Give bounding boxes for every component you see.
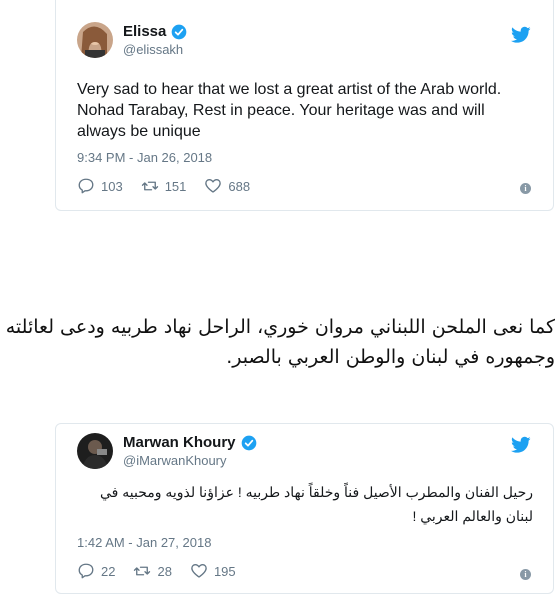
retweet-count: 151: [164, 178, 187, 194]
tweet-card-elissa[interactable]: Elissa @elissakh Very sad to hear that w…: [55, 0, 554, 211]
tweet-timestamp[interactable]: 9:34 PM - Jan 26, 2018: [77, 150, 212, 165]
author-name[interactable]: Marwan Khoury: [123, 434, 236, 451]
info-icon[interactable]: i: [520, 183, 531, 194]
twitter-bird-icon[interactable]: [511, 436, 531, 454]
tweet-text: Very sad to hear that we lost a great ar…: [77, 81, 502, 140]
heart-icon: [205, 179, 222, 193]
reply-icon: [78, 178, 94, 194]
tweet-text: رحيل الفنان والمطرب الأصيل فناً وخلقاً ن…: [99, 484, 533, 524]
author-name[interactable]: Elissa: [123, 23, 166, 40]
retweet-count: 28: [157, 563, 172, 579]
author-handle[interactable]: @elissakh: [123, 42, 187, 57]
heart-icon: [191, 564, 207, 578]
tweet-card-marwan[interactable]: Marwan Khoury @iMarwanKhoury رحيل الفنان…: [55, 423, 554, 594]
author-block[interactable]: Elissa @elissakh: [123, 23, 187, 57]
reply-count: 103: [101, 178, 123, 194]
twitter-bird-icon[interactable]: [511, 26, 531, 44]
like-count: 195: [213, 563, 236, 579]
like-count: 688: [228, 178, 251, 194]
info-icon[interactable]: i: [520, 569, 531, 580]
article-paragraph: كما نعى الملحن اللبناني مروان خوري، الرا…: [5, 316, 555, 368]
like-button[interactable]: 688: [204, 177, 250, 195]
retweet-button[interactable]: 28: [133, 562, 172, 580]
reply-count: 22: [101, 563, 116, 579]
avatar[interactable]: [77, 22, 113, 58]
like-button[interactable]: 195: [190, 562, 236, 580]
retweet-icon: [134, 566, 151, 576]
reply-button[interactable]: 103: [77, 177, 123, 195]
author-handle[interactable]: @iMarwanKhoury: [123, 453, 257, 468]
verified-badge-icon: [241, 435, 256, 450]
tweet-actions: 22 28 195: [77, 562, 254, 580]
tweet-timestamp[interactable]: 1:42 AM - Jan 27, 2018: [77, 535, 211, 550]
avatar[interactable]: [77, 433, 113, 469]
retweet-button[interactable]: 151: [141, 177, 187, 195]
reply-icon: [78, 563, 94, 579]
verified-badge-icon: [172, 24, 187, 39]
retweet-icon: [141, 181, 158, 191]
reply-button[interactable]: 22: [77, 562, 115, 580]
tweet-actions: 103 151 688: [77, 177, 268, 195]
author-block[interactable]: Marwan Khoury @iMarwanKhoury: [123, 434, 257, 468]
